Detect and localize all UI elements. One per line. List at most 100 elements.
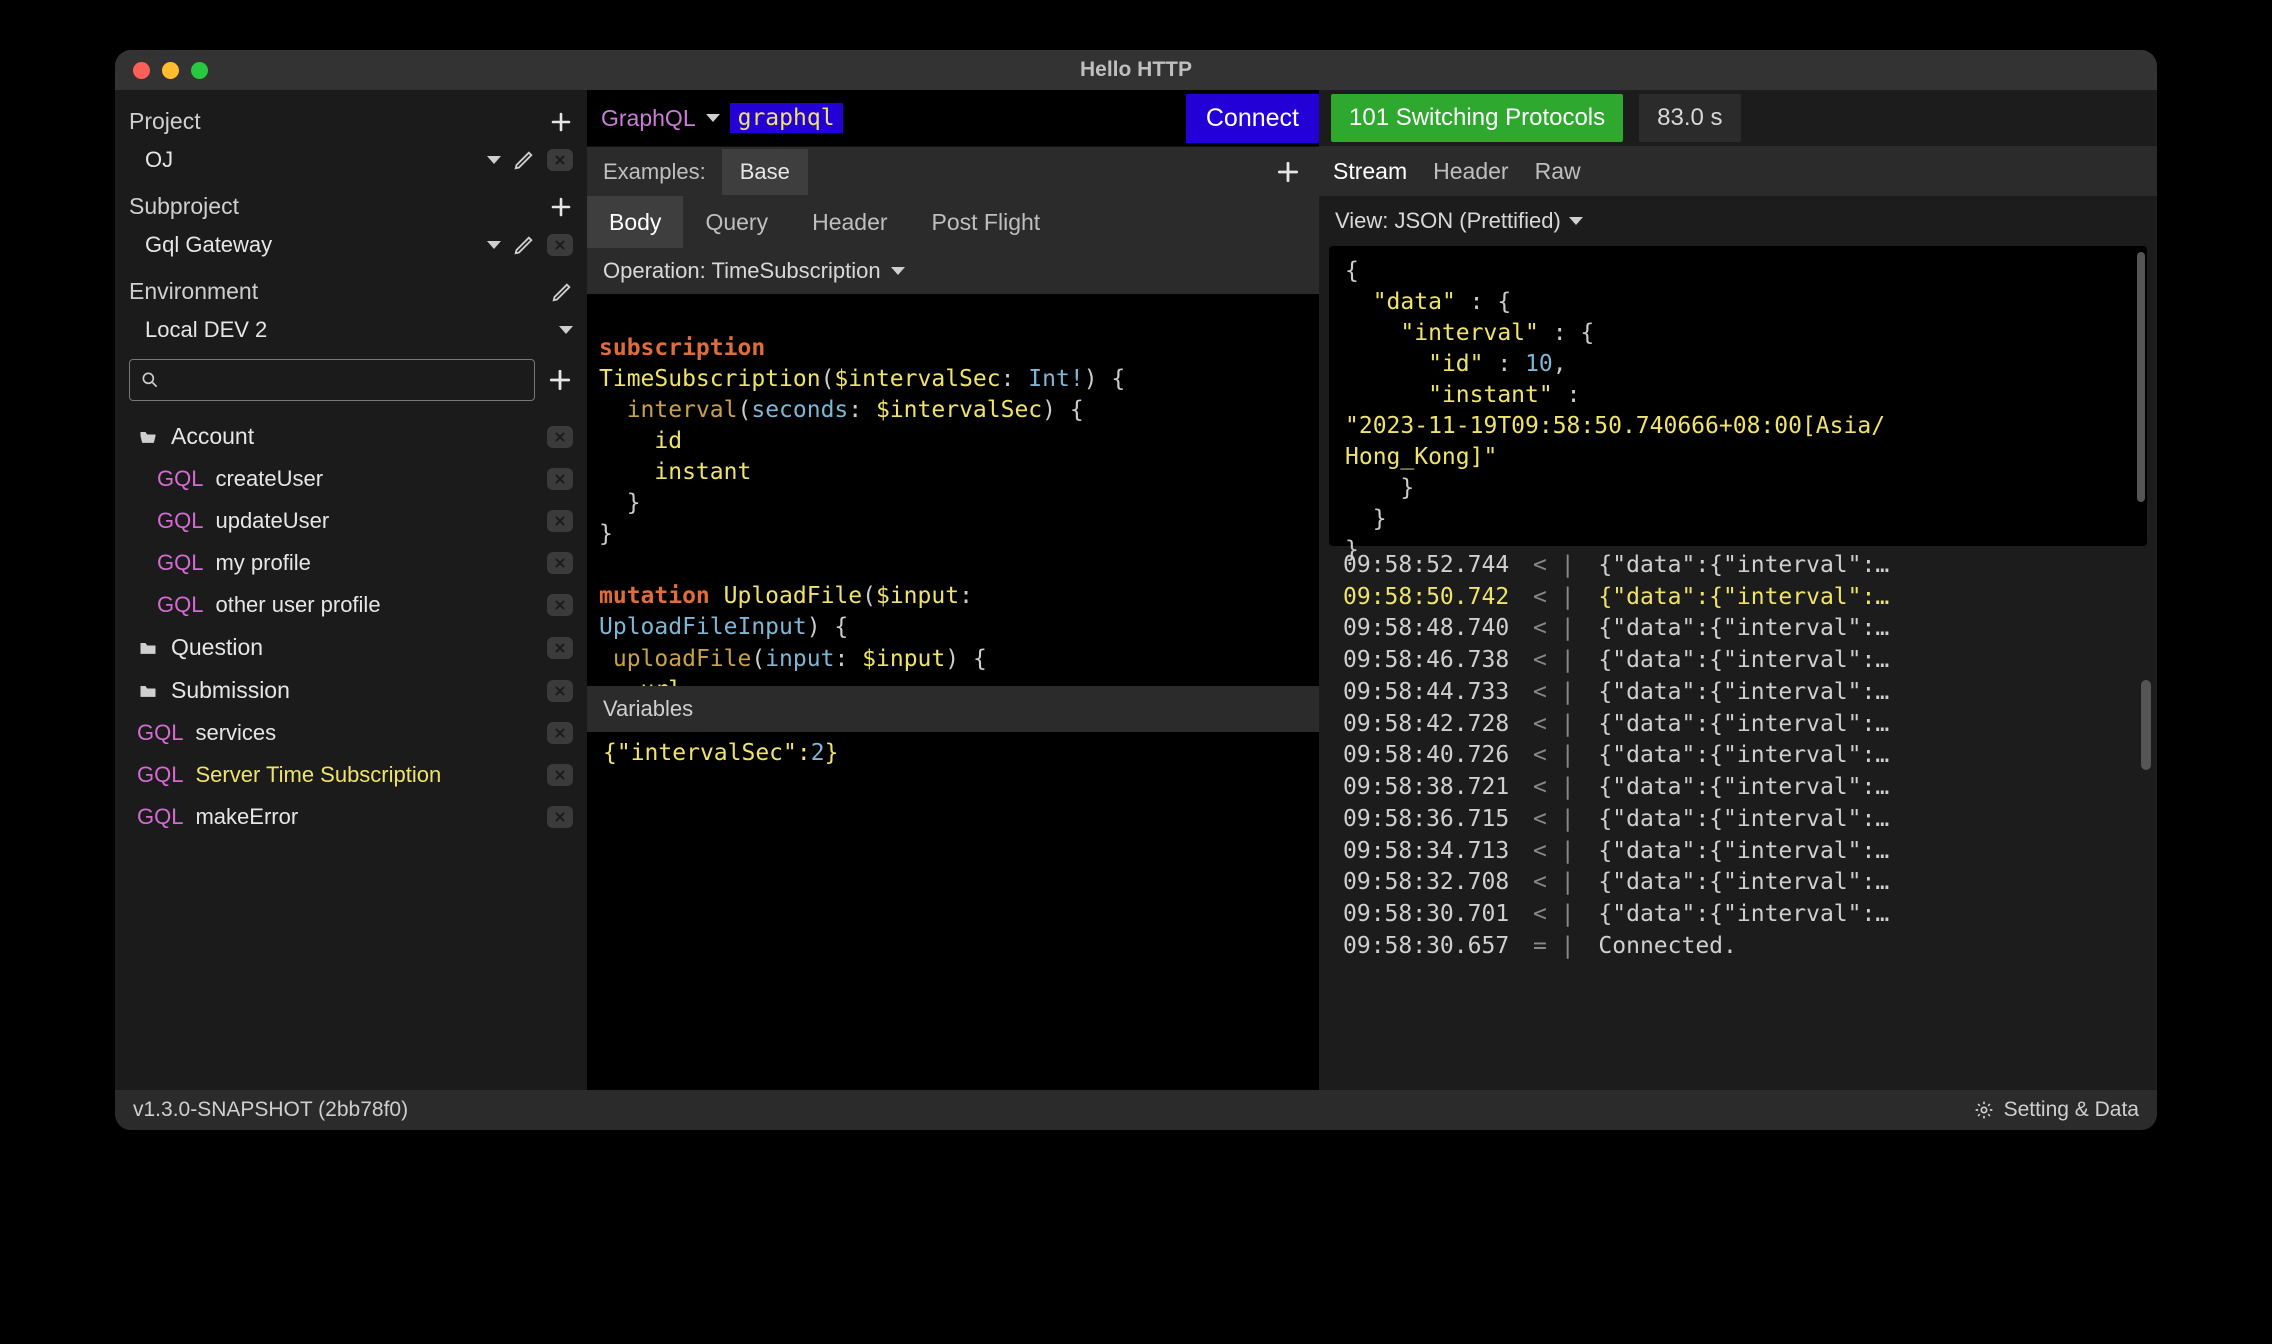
edit-environments-button[interactable] xyxy=(551,281,573,303)
project-value: OJ xyxy=(145,147,173,173)
folder-label: Account xyxy=(171,423,254,450)
edit-project-button[interactable] xyxy=(513,149,535,171)
status-badge: 101 Switching Protocols xyxy=(1331,94,1623,142)
delete-item-button[interactable] xyxy=(547,468,573,490)
add-example-button[interactable] xyxy=(1257,159,1319,185)
folder-row[interactable]: Submission xyxy=(115,669,587,712)
folder-row[interactable]: Account xyxy=(115,415,587,458)
log-row[interactable]: 09:58:36.715 < | {"data":{"interval":… xyxy=(1343,804,2141,836)
sidebar-search-row xyxy=(115,353,587,411)
protocol-selector[interactable]: GraphQL xyxy=(601,105,696,132)
gql-tag: GQL xyxy=(157,550,203,576)
environment-label: Environment xyxy=(129,278,258,305)
delete-item-button[interactable] xyxy=(547,594,573,616)
request-item[interactable]: GQL services xyxy=(115,712,587,754)
gql-tag: GQL xyxy=(157,508,203,534)
subproject-value: Gql Gateway xyxy=(145,232,272,258)
log-row[interactable]: 09:58:34.713 < | {"data":{"interval":… xyxy=(1343,836,2141,868)
titlebar: Hello HTTP xyxy=(115,50,2157,90)
url-input[interactable]: graphql xyxy=(730,103,843,133)
log-row[interactable]: 09:58:42.728 < | {"data":{"interval":… xyxy=(1343,709,2141,741)
request-label: my profile xyxy=(215,550,310,576)
query-editor[interactable]: subscription TimeSubscription($intervalS… xyxy=(587,294,1319,686)
add-project-button[interactable] xyxy=(549,110,573,134)
search-icon xyxy=(140,370,160,390)
log-row[interactable]: 09:58:46.738 < | {"data":{"interval":… xyxy=(1343,645,2141,677)
request-label: Server Time Subscription xyxy=(195,762,441,788)
response-pane: 101 Switching Protocols 83.0 s StreamHea… xyxy=(1319,90,2157,1090)
log-row[interactable]: 09:58:48.740 < | {"data":{"interval":… xyxy=(1343,613,2141,645)
environment-selector[interactable]: Local DEV 2 xyxy=(115,311,587,353)
add-request-button[interactable] xyxy=(547,367,573,393)
folder-row[interactable]: Question xyxy=(115,626,587,669)
request-label: updateUser xyxy=(215,508,329,534)
log-row[interactable]: 09:58:38.721 < | {"data":{"interval":… xyxy=(1343,772,2141,804)
delete-item-button[interactable] xyxy=(547,764,573,786)
connect-button[interactable]: Connect xyxy=(1186,94,1319,143)
request-item[interactable]: GQL updateUser xyxy=(115,500,587,542)
delete-item-button[interactable] xyxy=(547,510,573,532)
request-item[interactable]: GQL Server Time Subscription xyxy=(115,754,587,796)
log-row[interactable]: 09:58:40.726 < | {"data":{"interval":… xyxy=(1343,740,2141,772)
delete-subproject-button[interactable] xyxy=(547,234,573,256)
folder-icon xyxy=(137,681,159,701)
response-body-viewer[interactable]: { "data" : { "interval" : { "id" : 10, "… xyxy=(1329,246,2147,546)
view-selector[interactable]: View: JSON (Prettified) xyxy=(1319,196,2157,246)
settings-button[interactable]: Setting & Data xyxy=(1974,1098,2139,1122)
request-tab-body[interactable]: Body xyxy=(587,196,683,248)
response-tab-raw[interactable]: Raw xyxy=(1535,158,1581,185)
request-pane: GraphQL graphql Connect Examples: Base B… xyxy=(587,90,1319,1090)
response-tab-header[interactable]: Header xyxy=(1433,158,1508,185)
log-row[interactable]: 09:58:52.744 < | {"data":{"interval":… xyxy=(1343,550,2141,582)
log-row[interactable]: 09:58:32.708 < | {"data":{"interval":… xyxy=(1343,867,2141,899)
delete-item-button[interactable] xyxy=(547,680,573,702)
variables-editor[interactable]: {"intervalSec":2} xyxy=(587,732,1319,1090)
log-row[interactable]: 09:58:44.733 < | {"data":{"interval":… xyxy=(1343,677,2141,709)
request-item[interactable]: GQL my profile xyxy=(115,542,587,584)
search-input[interactable] xyxy=(160,369,524,392)
version-label: v1.3.0-SNAPSHOT (2bb78f0) xyxy=(133,1098,408,1122)
request-tab-query[interactable]: Query xyxy=(683,196,790,248)
variables-header: Variables xyxy=(587,686,1319,732)
project-selector[interactable]: OJ xyxy=(115,141,587,183)
folder-icon xyxy=(137,638,159,658)
chevron-down-icon xyxy=(487,241,501,249)
scrollbar-thumb[interactable] xyxy=(2141,680,2151,770)
request-topbar: GraphQL graphql Connect xyxy=(587,90,1319,146)
folder-label: Submission xyxy=(171,677,290,704)
log-row[interactable]: 09:58:30.657 = | Connected. xyxy=(1343,931,2141,963)
search-box[interactable] xyxy=(129,359,535,401)
gear-icon xyxy=(1974,1100,1994,1120)
add-subproject-button[interactable] xyxy=(549,195,573,219)
chevron-down-icon xyxy=(1569,217,1583,225)
delete-item-button[interactable] xyxy=(547,426,573,448)
delete-item-button[interactable] xyxy=(547,722,573,744)
response-tabs: Stream Header Raw xyxy=(1319,146,2157,196)
log-row[interactable]: 09:58:30.701 < | {"data":{"interval":… xyxy=(1343,899,2141,931)
environment-value: Local DEV 2 xyxy=(145,317,267,343)
delete-project-button[interactable] xyxy=(547,149,573,171)
example-tab-base[interactable]: Base xyxy=(722,149,808,195)
stream-log[interactable]: 09:58:52.744 < | {"data":{"interval":…09… xyxy=(1319,550,2157,1090)
delete-item-button[interactable] xyxy=(547,806,573,828)
request-tabs: BodyQueryHeaderPost Flight xyxy=(587,196,1319,248)
request-tab-header[interactable]: Header xyxy=(790,196,909,248)
request-label: other user profile xyxy=(215,592,380,618)
subproject-selector[interactable]: Gql Gateway xyxy=(115,226,587,268)
statusbar: v1.3.0-SNAPSHOT (2bb78f0) Setting & Data xyxy=(115,1090,2157,1130)
scrollbar-thumb[interactable] xyxy=(2137,252,2145,502)
gql-tag: GQL xyxy=(137,804,183,830)
edit-subproject-button[interactable] xyxy=(513,234,535,256)
request-item[interactable]: GQL createUser xyxy=(115,458,587,500)
delete-item-button[interactable] xyxy=(547,637,573,659)
request-item[interactable]: GQL other user profile xyxy=(115,584,587,626)
operation-selector[interactable]: Operation: TimeSubscription xyxy=(587,248,1319,294)
app-window: Hello HTTP Project OJ xyxy=(115,50,2157,1130)
request-item[interactable]: GQL makeError xyxy=(115,796,587,838)
view-label: View: JSON (Prettified) xyxy=(1335,208,1561,234)
request-tab-post flight[interactable]: Post Flight xyxy=(910,196,1063,248)
delete-item-button[interactable] xyxy=(547,552,573,574)
response-tab-stream[interactable]: Stream xyxy=(1333,158,1407,185)
log-row[interactable]: 09:58:50.742 < | {"data":{"interval":… xyxy=(1343,582,2141,614)
chevron-down-icon xyxy=(559,326,573,334)
